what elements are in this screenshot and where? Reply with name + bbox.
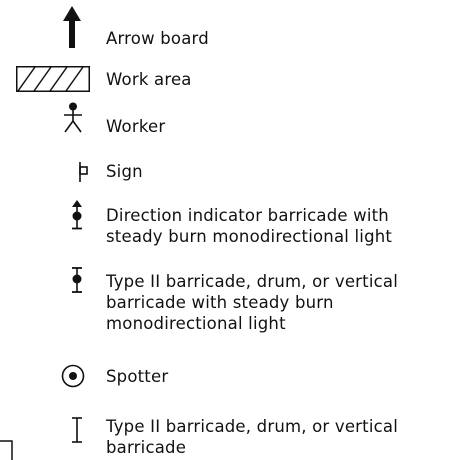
legend-label: Work area (106, 70, 192, 89)
arrow-board-icon (63, 6, 81, 48)
legend-label: Spotter (106, 367, 169, 386)
cropped-frame-corner (0, 440, 13, 460)
spotter-icon (61, 364, 85, 388)
work-area-hatch-icon (16, 66, 90, 92)
legend-label: Type II barricade, drum, or vertical bar… (106, 272, 398, 333)
direction-indicator-barricade-icon (72, 200, 82, 230)
type-ii-barricade-icon (72, 417, 82, 443)
sign-icon (79, 162, 88, 182)
type-ii-barricade-light-icon (72, 267, 82, 293)
legend-label: Worker (106, 117, 166, 136)
legend-label: Arrow board (106, 29, 209, 48)
worker-icon (64, 102, 82, 133)
legend-label: Direction indicator barricade with stead… (106, 206, 393, 246)
legend-label: Sign (106, 162, 143, 181)
legend-label: Type II barricade, drum, or vertical bar… (106, 417, 398, 457)
